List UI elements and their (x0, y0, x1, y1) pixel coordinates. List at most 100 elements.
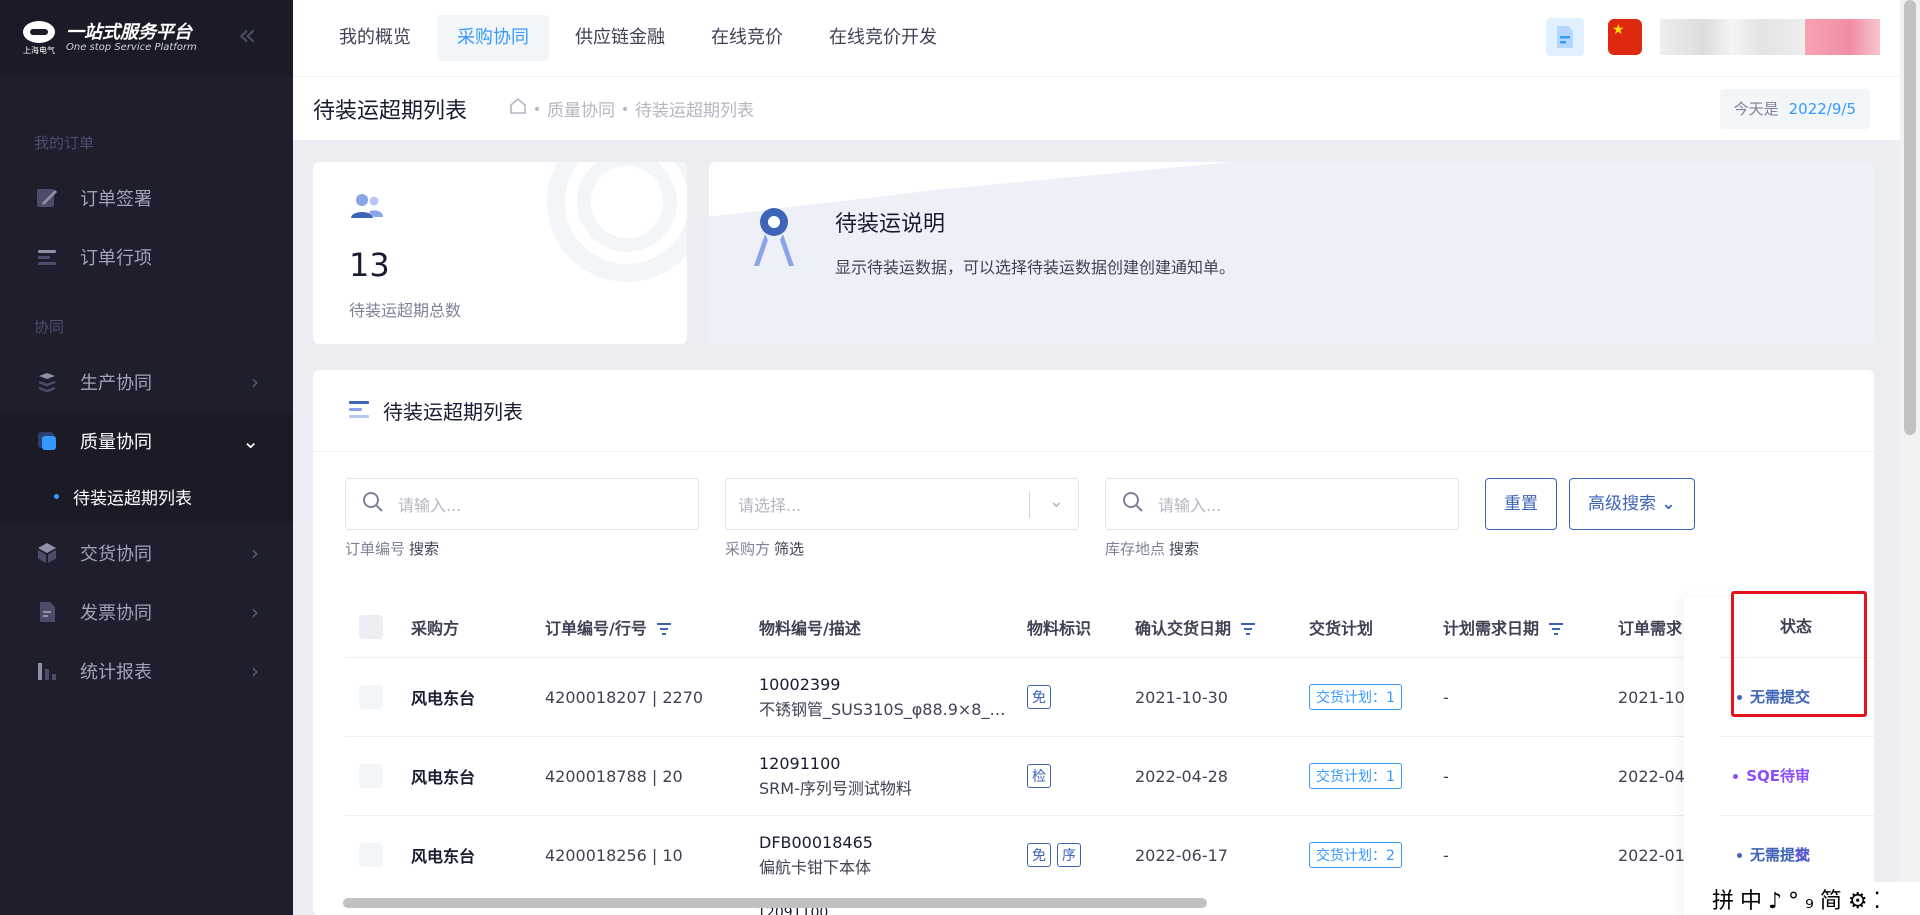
info-title: 待装运说明 (835, 212, 946, 237)
list-icon (34, 244, 60, 270)
chevron-right-icon: › (251, 370, 259, 394)
sidebar-item-label: 生产协同 (80, 372, 152, 394)
row-checkbox[interactable] (359, 764, 383, 788)
breadcrumb-item[interactable]: 质量协同 (547, 96, 615, 121)
buyer-cell: 风电东台 (411, 847, 476, 866)
today-value: 2022/9/5 (1788, 100, 1856, 118)
order-cell: 4200018256 | 10 (545, 845, 683, 865)
search-icon (362, 491, 384, 517)
confirm-date-cell: 2022-04-28 (1135, 766, 1228, 786)
material-desc: 不锈钢管_SUS310S_φ88.9×8_J... (759, 699, 1009, 719)
list-card: 待装运超期列表 请输入... 订单编号 搜索 请选择... ⌄ 采购方 筛选 请… (313, 370, 1874, 915)
section-label-orders: 我的订单 (34, 134, 95, 152)
material-code: 10002399 (759, 674, 841, 694)
info-description: 显示待装运数据，可以选择待装运数据创建创建通知单。 (835, 258, 1236, 277)
tab-overview[interactable]: 我的概览 (319, 15, 431, 61)
tab-online-bidding-dev[interactable]: 在线竞价开发 (809, 15, 957, 61)
sidebar-item-label: 发票协同 (80, 602, 152, 624)
chevron-right-icon: › (251, 600, 259, 624)
invoice-icon (34, 599, 60, 625)
material-tag: 检 (1027, 764, 1051, 788)
ime-toolbar[interactable]: 拼中♪°₉简⚙⁚ (1706, 882, 1920, 915)
compass-icon (749, 200, 799, 274)
need-date-cell: - (1443, 845, 1449, 865)
table-row[interactable]: 风电东台 4200018788 | 20 12091100 SRM-序列号测试物料… (345, 736, 1874, 815)
row-checkbox[interactable] (359, 843, 383, 867)
china-flag-icon[interactable]: ★ (1608, 19, 1642, 55)
material-desc: 偏航卡钳下本体 (759, 857, 872, 877)
today-badge: 今天是 2022/9/5 (1719, 89, 1870, 129)
sidebar-item-reports[interactable]: 统计报表 › (0, 641, 293, 700)
list-title-icon (349, 400, 369, 422)
sidebar-item-label: 订单签署 (80, 188, 152, 210)
sidebar-subitem-overdue-list[interactable]: 待装运超期列表 (0, 470, 293, 523)
edit-icon (34, 185, 60, 211)
filter-help: 库存地点 搜索 (1105, 540, 1200, 558)
stat-label: 待装运超期总数 (349, 301, 462, 320)
buyer-select[interactable]: 请选择... ⌄ (725, 478, 1079, 530)
sidebar-item-order-sign[interactable]: 订单签署 (0, 168, 293, 227)
column-header[interactable]: 订单编号/行号 (545, 615, 759, 639)
tab-procurement[interactable]: 采购协同 (437, 15, 549, 61)
home-icon[interactable] (509, 97, 527, 120)
column-header: 采购方 (411, 619, 460, 638)
column-header: 物料编号/描述 (759, 619, 861, 638)
reset-button[interactable]: 重置 (1485, 478, 1557, 530)
sort-filter-icon[interactable] (1241, 620, 1256, 639)
column-header[interactable]: 确认交货日期 (1135, 615, 1309, 639)
sidebar-item-quality[interactable]: 质量协同 ⌄ (0, 411, 293, 470)
chevron-right-icon: › (251, 659, 259, 683)
delivery-plan-link[interactable]: 交货计划：2 (1309, 842, 1402, 868)
material-code: DFB00018465 (759, 832, 873, 852)
column-header: 物料标识 (1027, 619, 1092, 638)
breadcrumb-item[interactable]: 待装运超期列表 (635, 96, 754, 121)
table-row[interactable]: 风电东台 4200018207 | 2270 10002399 不锈钢管_SUS3… (345, 657, 1874, 736)
delivery-plan-link[interactable]: 交货计划：1 (1309, 684, 1402, 710)
horizontal-scrollbar[interactable] (343, 898, 1207, 908)
user-avatar[interactable] (1660, 19, 1880, 55)
sidebar-item-invoice[interactable]: 发票协同 › (0, 582, 293, 641)
tab-online-bidding[interactable]: 在线竞价 (691, 15, 803, 61)
breadcrumb: 质量协同 待装运超期列表 (509, 96, 754, 121)
brand-subtitle: One stop Service Platform (66, 42, 197, 54)
column-header: 状态 (1779, 617, 1812, 636)
advanced-search-button[interactable]: 高级搜索 ⌄ (1569, 478, 1695, 530)
status-badge: SQE待审批 (1720, 736, 1842, 864)
chevron-down-icon: ⌄ (242, 429, 259, 453)
section-label-collab: 协同 (34, 318, 65, 336)
filter-bar: 请输入... 订单编号 搜索 请选择... ⌄ 采购方 筛选 请输入... 库存地点… (345, 478, 1707, 559)
order-number-search-input[interactable]: 请输入... (345, 478, 699, 530)
vertical-scrollbar[interactable] (1900, 0, 1920, 915)
top-menu: 我的概览 采购协同 供应链金融 在线竞价 在线竞价开发 (319, 15, 963, 61)
storage-location-search-input[interactable]: 请输入... (1105, 478, 1459, 530)
column-header[interactable]: 计划需求日期 (1443, 615, 1618, 639)
table-row[interactable]: 风电东台 4200018256 | 10 DFB00018465 偏航卡钳下本体 … (345, 815, 1874, 894)
material-tag: 免 (1027, 685, 1051, 709)
data-table: 采购方 订单编号/行号 物料编号/描述 物料标识 确认交货日期 交货计划 计划需… (345, 597, 1874, 894)
collapse-sidebar-icon[interactable]: « (238, 21, 268, 52)
sidebar-item-label: 统计报表 (80, 661, 152, 683)
select-placeholder: 请选择... (738, 496, 802, 515)
delivery-plan-link[interactable]: 交货计划：1 (1309, 763, 1402, 789)
buyer-cell: 风电东台 (411, 689, 476, 708)
brand-title: 一站式服务平台 (66, 21, 192, 43)
column-header: 交货计划 (1309, 619, 1374, 638)
chevron-down-icon: ⌄ (1048, 491, 1064, 512)
sidebar-item-delivery[interactable]: 交货协同 › (0, 523, 293, 582)
today-label: 今天是 (1733, 100, 1779, 118)
sort-filter-icon[interactable] (656, 620, 671, 639)
need-date-cell: - (1443, 766, 1449, 786)
order-cell: 4200018207 | 2270 (545, 687, 704, 707)
document-icon[interactable] (1546, 18, 1584, 56)
sidebar-item-production[interactable]: 生产协同 › (0, 352, 293, 411)
sidebar-item-label: 交货协同 (80, 543, 152, 565)
chart-icon (34, 658, 60, 684)
sidebar-item-order-lines[interactable]: 订单行项 (0, 227, 293, 286)
brand-logo: 上海电气 (20, 19, 58, 57)
list-header: 待装运超期列表 (313, 370, 1874, 452)
select-all-checkbox[interactable] (359, 615, 383, 639)
sort-filter-icon[interactable] (1549, 620, 1564, 639)
row-checkbox[interactable] (359, 685, 383, 709)
tab-supply-finance[interactable]: 供应链金融 (555, 15, 685, 61)
stat-card: 13 待装运超期总数 (313, 162, 687, 344)
